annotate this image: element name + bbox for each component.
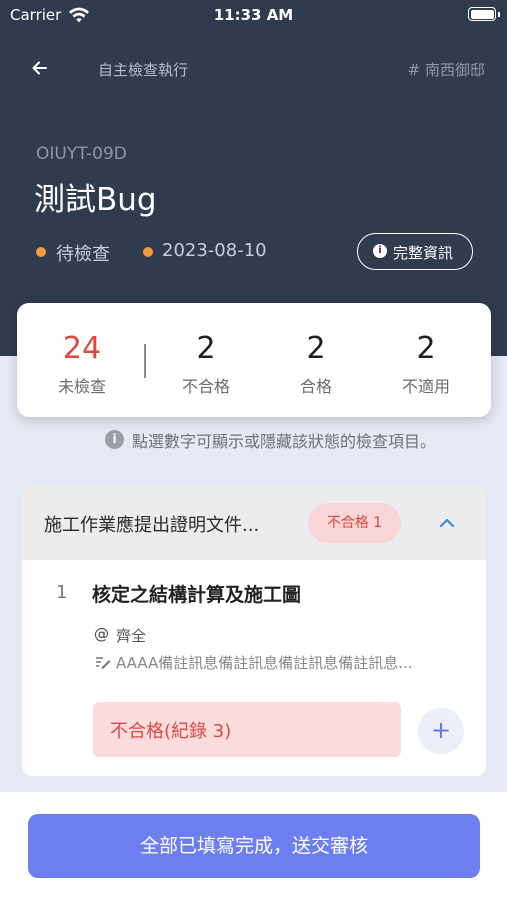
stat-not-applicable[interactable]: 2 不適用 [371, 331, 481, 397]
item-title: 核定之結構計算及施工圖 [92, 584, 302, 606]
stat-passed-label: 合格 [299, 377, 332, 396]
full-info-button[interactable]: i 完整資訊 [357, 233, 473, 270]
plus-icon[interactable]: + [418, 708, 464, 754]
stat-divider [144, 344, 146, 378]
info-icon: i [373, 244, 387, 258]
result-label: 不合格(紀錄 3) [110, 721, 232, 742]
navigation-bar: 自主檢查執行 # 南西御邸 [0, 50, 507, 88]
date-text: 2023-08-10 [162, 240, 267, 261]
stat-failed[interactable]: 2 不合格 [151, 331, 261, 397]
note-icon [96, 657, 111, 669]
section-title: 施工作業應提出證明文件... [44, 515, 260, 536]
status-dot [36, 247, 46, 257]
stat-unchecked-label: 未檢查 [57, 377, 106, 396]
bottom-bar: 全部已填寫完成，送交審核 [0, 792, 507, 900]
inspection-section: 施工作業應提出證明文件... 不合格 1 1 核定之結構計算及施工圖 @ 齊全 … [22, 486, 486, 776]
item-number: 1 [56, 582, 68, 603]
inspection-code: OIUYT-09D [36, 144, 127, 164]
stat-unchecked[interactable]: 24 未檢查 [27, 331, 137, 397]
chevron-up-icon[interactable] [436, 512, 458, 534]
info-icon: i [105, 430, 124, 449]
section-header[interactable]: 施工作業應提出證明文件... 不合格 1 [22, 486, 486, 560]
item-tag-text: 齊全 [116, 627, 147, 645]
date-dot [143, 247, 153, 257]
stat-passed[interactable]: 2 合格 [261, 331, 371, 397]
result-button[interactable]: 不合格(紀錄 3) [93, 702, 401, 757]
stat-failed-value: 2 [196, 331, 216, 366]
at-icon: @ [94, 625, 109, 643]
battery-tip [498, 12, 500, 17]
stat-failed-label: 不合格 [181, 377, 230, 396]
full-info-label: 完整資訊 [393, 244, 454, 262]
stat-passed-value: 2 [306, 331, 326, 366]
back-arrow-icon[interactable] [26, 54, 54, 82]
hint-text: 點選數字可顯示或隱藏該狀態的檢查項目。 [132, 432, 437, 451]
stat-unchecked-value: 24 [62, 331, 102, 366]
submit-button[interactable]: 全部已填寫完成，送交審核 [28, 814, 480, 878]
status-text: 待檢查 [56, 244, 110, 265]
battery-icon [468, 7, 496, 21]
page-title: 測試Bug [34, 182, 157, 218]
nav-title: 自主檢查執行 [98, 61, 189, 79]
fail-count-badge: 不合格 1 [308, 503, 401, 543]
status-bar: Carrier 11:33 AM [0, 0, 507, 34]
stat-na-label: 不適用 [401, 377, 450, 396]
stat-na-value: 2 [416, 331, 436, 366]
site-name: # 南西御邸 [407, 61, 485, 79]
item-note-text: AAAA備註訊息備註訊息備註訊息備註訊息... [116, 654, 413, 672]
clock: 11:33 AM [213, 6, 294, 24]
stats-card: 24 未檢查 2 不合格 2 合格 2 不適用 [17, 303, 491, 417]
item-note: AAAA備註訊息備註訊息備註訊息備註訊息... [94, 652, 486, 672]
